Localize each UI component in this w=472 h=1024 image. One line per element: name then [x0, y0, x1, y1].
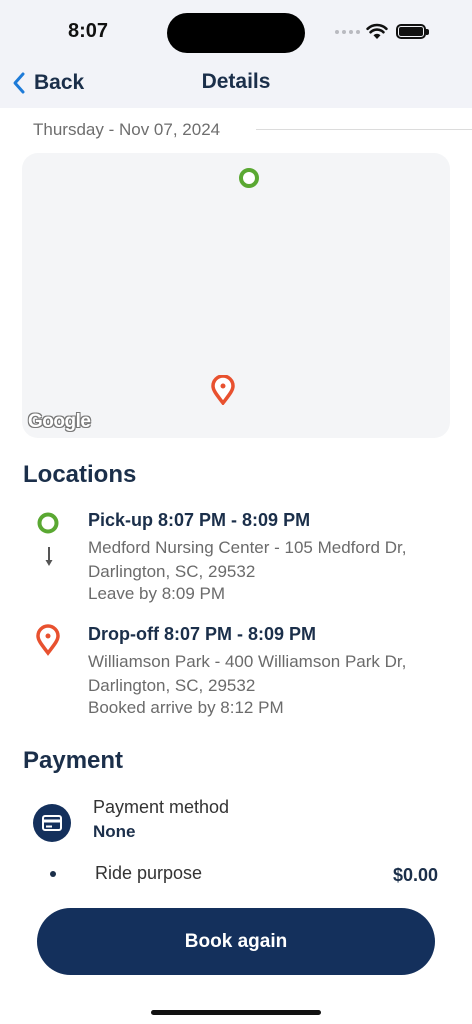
date-header: Thursday - Nov 07, 2024 [0, 118, 472, 142]
credit-card-icon [33, 804, 71, 842]
payment-method-value: None [93, 822, 136, 841]
pickup-time: Pick-up 8:07 PM - 8:09 PM [88, 510, 311, 530]
ride-purpose-label: Ride purpose [95, 863, 203, 883]
arrow-down-icon [45, 547, 53, 566]
route-map[interactable]: Google [22, 153, 450, 438]
payment-heading: Payment [23, 747, 124, 774]
dropoff-arrive-by: Booked arrive by 8:12 PM [88, 698, 284, 717]
trip-date: Thursday - Nov 07, 2024 [33, 120, 221, 139]
cellular-signal-icon [335, 30, 360, 34]
pickup-leave-by: Leave by 8:09 PM [88, 584, 226, 603]
dropoff-time: Drop-off 8:07 PM - 8:09 PM [88, 624, 317, 644]
status-time: 8:07 [68, 20, 109, 42]
home-indicator[interactable] [151, 1010, 321, 1015]
chevron-left-icon [13, 72, 25, 94]
wifi-icon [366, 23, 388, 39]
divider [256, 129, 472, 130]
destination-pin-icon [211, 375, 235, 405]
pickup-circle-icon [37, 512, 59, 534]
book-again-button[interactable]: Book again [37, 908, 435, 975]
origin-circle-icon [239, 168, 259, 188]
battery-icon [396, 24, 429, 39]
navigation-bar: Details Back [0, 62, 472, 108]
google-attribution: Google [28, 411, 91, 432]
dropoff-pin-icon [36, 624, 60, 656]
dropoff-address: Williamson Park - 400 Williamson Park Dr… [88, 652, 407, 695]
bullet-icon [50, 871, 56, 877]
payment-method-label: Payment method [93, 797, 230, 817]
dynamic-island [167, 13, 305, 53]
status-bar: 8:07 [0, 0, 472, 62]
back-button[interactable]: Back [12, 68, 84, 98]
ride-purpose-amount: $0.00 [392, 865, 438, 885]
locations-heading: Locations [23, 461, 137, 488]
back-label: Back [34, 71, 85, 94]
pickup-address: Medford Nursing Center - 105 Medford Dr,… [88, 538, 407, 581]
